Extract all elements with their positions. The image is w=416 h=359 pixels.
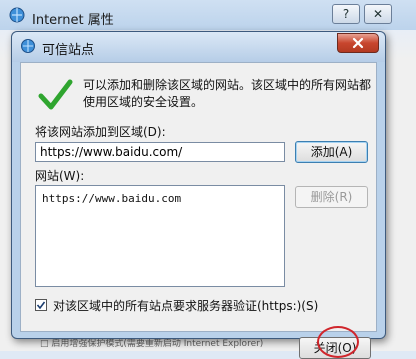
outer-window-title: Internet 属性	[32, 13, 114, 28]
outer-titlebar: Internet 属性 ? ✕	[0, 0, 416, 32]
list-item[interactable]: https://www.baidu.com	[42, 192, 181, 205]
checkmark-icon	[38, 79, 73, 110]
sites-list[interactable]: https://www.baidu.com	[35, 185, 285, 287]
site-url-input[interactable]	[35, 142, 285, 162]
checkbox-check-icon	[36, 301, 46, 310]
dialog-close-button[interactable]	[337, 33, 379, 53]
sites-label: 网站(W):	[35, 169, 85, 183]
close-button[interactable]: 关闭(O)	[299, 337, 371, 359]
close-icon	[352, 37, 364, 49]
trusted-sites-dialog: 可信站点 可以添加和删除该区域的网站。该区域中的所有网站都使用区域的安全设置。 …	[11, 31, 386, 359]
require-verification-label[interactable]: 对该区域中的所有站点要求服务器验证(https:)(S)	[53, 297, 318, 314]
add-button[interactable]: 添加(A)	[295, 141, 368, 163]
dialog-body: 可以添加和删除该区域的网站。该区域中的所有网站都使用区域的安全设置。 将该网站添…	[20, 62, 377, 359]
internet-options-icon	[9, 7, 25, 23]
outer-close-button[interactable]: ✕	[364, 4, 392, 24]
dialog-title: 可信站点	[42, 43, 95, 58]
require-verification-checkbox[interactable]	[35, 299, 47, 311]
internet-options-icon	[21, 39, 35, 53]
add-site-label: 将该网站添加到区域(D):	[35, 125, 166, 139]
zone-description: 可以添加和删除该区域的网站。该区域中的所有网站都使用区域的安全设置。	[83, 78, 372, 109]
remove-button[interactable]: 删除(R)	[295, 186, 368, 208]
help-button[interactable]: ?	[332, 4, 360, 24]
dialog-titlebar: 可信站点	[12, 32, 385, 62]
